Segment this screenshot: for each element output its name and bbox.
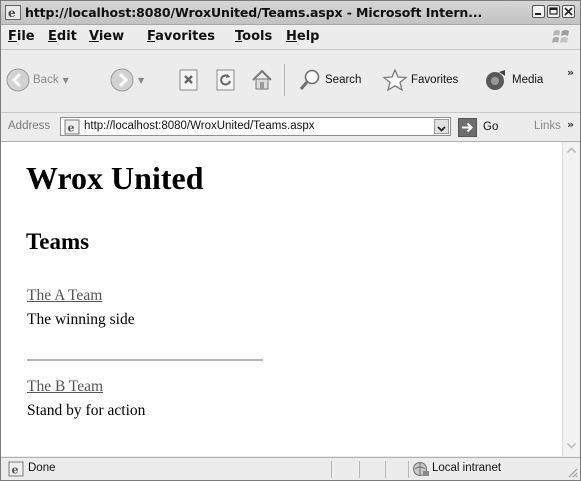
address-dropdown-button[interactable] bbox=[434, 119, 449, 134]
page-heading: Wrox United bbox=[26, 160, 204, 196]
menu-tools[interactable]: Tools bbox=[235, 29, 272, 44]
stop-button[interactable] bbox=[178, 66, 200, 94]
security-zone-label: Local intranet bbox=[432, 462, 502, 474]
page-done-icon: e bbox=[8, 461, 24, 477]
toolbar-separator bbox=[284, 64, 285, 96]
close-button[interactable] bbox=[562, 5, 575, 18]
menu-bar: File Edit View Favorites Tools Help bbox=[1, 25, 580, 50]
back-dropdown-icon[interactable]: ▼ bbox=[63, 76, 69, 85]
search-label: Search bbox=[325, 74, 362, 86]
standard-toolbar: Back ▼ ▼ Search Favorites Media » bbox=[1, 50, 580, 113]
refresh-icon bbox=[216, 69, 235, 91]
title-bar[interactable]: e http://localhost:8080/WroxUnited/Teams… bbox=[1, 1, 580, 25]
status-text: Done bbox=[28, 462, 56, 474]
favorites-button[interactable]: Favorites bbox=[382, 66, 458, 94]
local-intranet-icon bbox=[413, 462, 429, 476]
chevron-down-icon bbox=[437, 126, 446, 132]
back-button[interactable]: Back ▼ bbox=[6, 66, 69, 94]
forward-button[interactable]: ▼ bbox=[110, 66, 144, 94]
team-link-b[interactable]: The B Team bbox=[27, 378, 103, 396]
forward-arrow-icon bbox=[110, 68, 134, 92]
maximize-button[interactable] bbox=[547, 5, 560, 18]
go-button[interactable]: Go bbox=[458, 117, 498, 137]
page-content: Wrox United Teams The A Team The winning… bbox=[1, 142, 562, 456]
search-button[interactable]: Search bbox=[298, 66, 361, 94]
menu-edit[interactable]: Edit bbox=[48, 29, 77, 44]
status-bar: e Done Local intranet bbox=[1, 457, 580, 480]
media-icon bbox=[486, 70, 505, 90]
windows-logo-icon bbox=[552, 30, 569, 43]
team-link-a[interactable]: The A Team bbox=[27, 287, 102, 305]
refresh-button[interactable] bbox=[215, 66, 237, 94]
search-icon bbox=[299, 69, 320, 90]
ie-logo-icon: e bbox=[5, 5, 21, 20]
browser-window: e http://localhost:8080/WroxUnited/Teams… bbox=[0, 0, 581, 481]
menu-favorites[interactable]: Favorites bbox=[147, 29, 215, 44]
home-button[interactable] bbox=[250, 66, 274, 94]
address-bar: Address e http://localhost:8080/WroxUnit… bbox=[1, 113, 580, 142]
window-title: http://localhost:8080/WroxUnited/Teams.a… bbox=[25, 5, 483, 20]
address-input[interactable]: e http://localhost:8080/WroxUnited/Teams… bbox=[60, 117, 451, 136]
media-button[interactable]: Media bbox=[483, 66, 543, 94]
go-label: Go bbox=[483, 121, 499, 133]
svg-text:e: e bbox=[12, 464, 19, 477]
scroll-up-arrow-icon[interactable] bbox=[564, 143, 579, 158]
status-divider bbox=[385, 461, 386, 478]
page-icon: e bbox=[64, 119, 80, 135]
media-label: Media bbox=[512, 74, 544, 86]
stop-icon bbox=[179, 69, 198, 91]
team-description-b: Stand by for action bbox=[27, 402, 146, 419]
toolbar-overflow-chevron-icon[interactable]: » bbox=[567, 66, 574, 79]
favorites-label: Favorites bbox=[411, 74, 459, 86]
favorites-star-icon bbox=[382, 68, 408, 92]
vertical-scrollbar[interactable] bbox=[562, 142, 579, 456]
links-overflow-chevron-icon[interactable]: » bbox=[567, 118, 574, 131]
status-divider bbox=[408, 461, 409, 478]
home-icon bbox=[252, 69, 272, 90]
svg-text:e: e bbox=[8, 6, 16, 20]
resize-grip-icon[interactable] bbox=[566, 466, 578, 478]
minimize-button[interactable] bbox=[532, 5, 545, 18]
close-icon bbox=[564, 7, 573, 16]
address-label: Address bbox=[8, 120, 51, 132]
svg-text:e: e bbox=[68, 122, 75, 135]
address-url: http://localhost:8080/WroxUnited/Teams.a… bbox=[84, 120, 315, 132]
links-button[interactable]: Links bbox=[534, 120, 561, 132]
go-arrow-icon bbox=[458, 117, 477, 137]
scroll-down-arrow-icon[interactable] bbox=[564, 438, 579, 453]
menu-help[interactable]: Help bbox=[286, 29, 319, 44]
back-arrow-icon bbox=[6, 68, 30, 92]
forward-dropdown-icon[interactable]: ▼ bbox=[138, 76, 144, 85]
back-label: Back bbox=[33, 74, 59, 86]
team-description-a: The winning side bbox=[27, 311, 135, 328]
menu-view[interactable]: View bbox=[89, 29, 124, 44]
minimize-icon bbox=[535, 13, 541, 15]
menu-file[interactable]: File bbox=[8, 29, 35, 44]
horizontal-rule bbox=[27, 359, 263, 361]
status-divider bbox=[331, 461, 332, 478]
status-divider bbox=[359, 461, 360, 478]
page-subheading: Teams bbox=[26, 229, 90, 254]
maximize-icon bbox=[549, 7, 558, 15]
